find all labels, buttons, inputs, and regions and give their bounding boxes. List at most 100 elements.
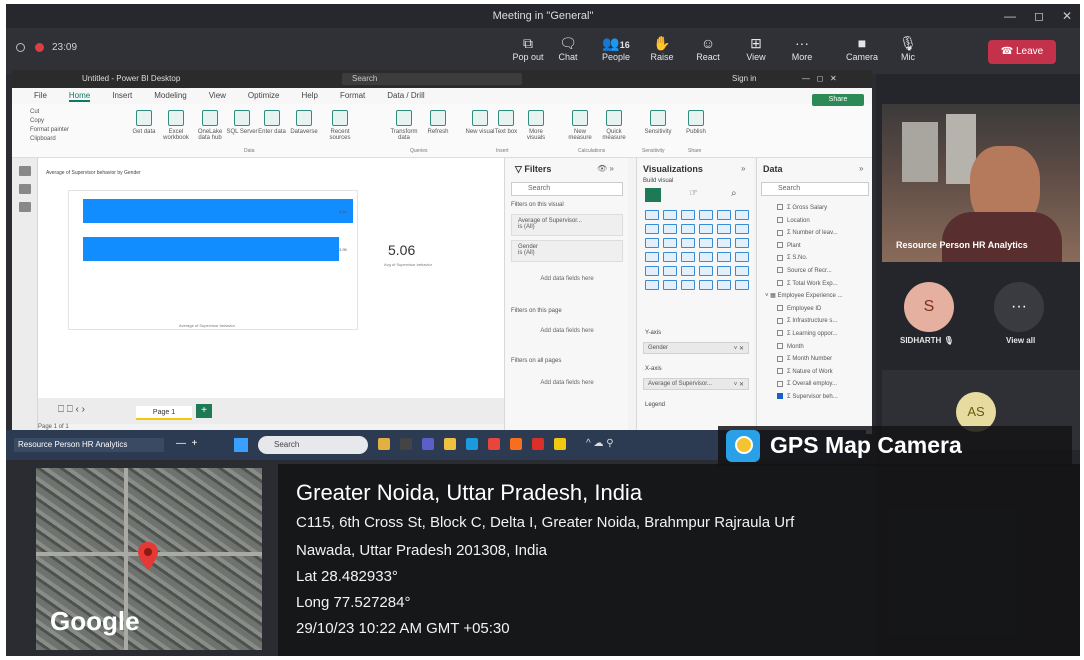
chat-button[interactable]: 🗨 Chat <box>546 34 590 62</box>
field-checkbox[interactable] <box>777 229 783 236</box>
excel-workbook-button[interactable]: Excel workbook <box>160 110 192 141</box>
gauge-icon[interactable] <box>699 252 713 262</box>
edge-icon[interactable] <box>466 438 478 450</box>
field-checkbox[interactable] <box>777 204 783 211</box>
text-box-button[interactable]: Text box <box>490 110 522 135</box>
field-item[interactable]: Σ Nature of Work <box>777 366 871 379</box>
new-measure-button[interactable]: New measure <box>564 110 596 141</box>
sensitivity-button[interactable]: Sensitivity <box>642 110 674 135</box>
matrix-icon[interactable] <box>699 266 713 276</box>
card-icon[interactable] <box>717 252 731 262</box>
pop-out-button[interactable]: ⧉ Pop out <box>506 34 550 62</box>
field-item[interactable]: Σ Month Number <box>777 353 871 366</box>
more-button[interactable]: ··· More <box>780 34 824 62</box>
x-field-remove-icon[interactable]: ˅ ✕ <box>734 381 744 388</box>
qa-icon[interactable] <box>681 280 695 290</box>
line-column-icon[interactable] <box>699 224 713 234</box>
bar-male[interactable] <box>83 237 339 261</box>
format-painter-button[interactable]: Format painter <box>30 126 69 135</box>
field-checkbox[interactable] <box>777 217 783 224</box>
more-participants-icon[interactable]: ··· <box>994 282 1044 332</box>
field-item[interactable]: Location <box>777 215 871 228</box>
pbi-window-controls[interactable]: — ◻ ✕ <box>802 70 837 88</box>
slicer-icon[interactable] <box>663 266 677 276</box>
line-chart-icon[interactable] <box>645 224 659 234</box>
field-item[interactable]: Σ Total Work Exp... <box>777 278 871 291</box>
table-item[interactable]: ˅ ▦ Employee Experience ... <box>765 290 871 303</box>
field-checkbox[interactable] <box>777 317 783 324</box>
azure-map-icon[interactable] <box>681 252 695 262</box>
tab-view[interactable]: View <box>209 91 226 100</box>
firefox-icon[interactable] <box>510 438 522 450</box>
report-view-icon[interactable] <box>18 166 31 176</box>
build-visual-icon[interactable] <box>645 188 661 202</box>
field-item[interactable]: Employee ID <box>777 303 871 316</box>
field-item[interactable]: Month <box>777 341 871 354</box>
tab-modeling[interactable]: Modeling <box>154 91 186 100</box>
map-icon[interactable] <box>645 252 659 262</box>
presenter-video[interactable]: Resource Person HR Analytics <box>882 104 1080 262</box>
publish-button[interactable]: Publish <box>680 110 712 135</box>
refresh-button[interactable]: Refresh <box>422 110 454 135</box>
sign-in-link[interactable]: Sign in <box>732 70 756 88</box>
onelake-button[interactable]: OneLake data hub <box>194 110 226 141</box>
data-collapse-icon[interactable]: » <box>859 164 863 173</box>
taskbar-teams-app[interactable]: Resource Person HR Analytics <box>14 438 164 452</box>
y-field-remove-icon[interactable]: ˅ ✕ <box>734 345 744 352</box>
add-fields-visual[interactable]: Add data fields here <box>511 276 623 282</box>
field-item[interactable]: Σ Number of leav... <box>777 227 871 240</box>
stacked-area-icon[interactable] <box>681 224 695 234</box>
tab-file[interactable]: File <box>34 91 47 100</box>
key-influencers-icon[interactable] <box>645 280 659 290</box>
tab-data-drill[interactable]: Data / Drill <box>387 91 424 100</box>
kpi-icon[interactable] <box>645 266 659 276</box>
clustered-bar-icon[interactable] <box>681 210 695 220</box>
visual-type-gallery[interactable] <box>645 210 749 290</box>
paginated-report-icon[interactable] <box>717 280 731 290</box>
model-view-icon[interactable] <box>18 202 31 212</box>
treemap-icon[interactable] <box>735 238 749 248</box>
table-visual-icon[interactable] <box>681 266 695 276</box>
field-item[interactable]: Σ Overall employ... <box>777 378 871 391</box>
analytics-icon[interactable]: ⌕ <box>731 188 737 199</box>
tab-format[interactable]: Format <box>340 91 365 100</box>
narrative-icon[interactable] <box>699 280 713 290</box>
tab-home[interactable]: Home <box>68 91 91 102</box>
100-column-icon[interactable] <box>735 210 749 220</box>
area-chart-icon[interactable] <box>663 224 677 234</box>
powerbi-search[interactable]: Search <box>342 73 522 85</box>
filter-card-gender[interactable]: Gender is (All) <box>511 240 623 262</box>
cut-button[interactable]: Cut <box>30 108 69 117</box>
x-axis-well[interactable]: Average of Supervisor... ˅ ✕ <box>643 378 749 390</box>
format-visual-icon[interactable]: ☞ <box>689 188 698 199</box>
recent-sources-button[interactable]: Recent sources <box>324 110 356 141</box>
filters-collapse-icon[interactable]: 👁 » <box>597 164 614 173</box>
more-visuals-button[interactable]: More visuals <box>520 110 552 141</box>
maximize-icon[interactable]: ◻ <box>1034 9 1044 23</box>
multi-row-card-icon[interactable] <box>735 252 749 262</box>
view-all-button[interactable]: View all <box>1006 336 1035 345</box>
filter-card-supervisor[interactable]: Average of Supervisor... is (All) <box>511 214 623 236</box>
teams-icon[interactable] <box>422 438 434 450</box>
funnel-icon[interactable] <box>663 238 677 248</box>
field-checkbox[interactable] <box>777 305 783 312</box>
field-item[interactable]: Σ Learning oppor... <box>777 328 871 341</box>
waterfall-icon[interactable] <box>645 238 659 248</box>
enter-data-button[interactable]: Enter data <box>256 110 288 135</box>
data-search[interactable]: Search <box>761 182 869 196</box>
field-checkbox[interactable] <box>777 254 783 261</box>
share-button[interactable]: Share <box>812 94 864 106</box>
get-data-button[interactable]: Get data <box>128 110 160 135</box>
ribbon-chart-icon[interactable] <box>735 224 749 234</box>
pdf-icon[interactable] <box>532 438 544 450</box>
taskbar-search[interactable]: Search <box>258 436 368 454</box>
weather-icon[interactable] <box>378 438 390 450</box>
task-view-icon[interactable] <box>400 438 412 450</box>
y-axis-well[interactable]: Gender ˅ ✕ <box>643 342 749 354</box>
page-tab[interactable]: Page 1 <box>136 406 192 420</box>
add-fields-all[interactable]: Add data fields here <box>511 380 623 386</box>
filled-map-icon[interactable] <box>663 252 677 262</box>
report-canvas[interactable]: Average of Supervisor behavior by Gender… <box>38 158 504 398</box>
tab-help[interactable]: Help <box>301 91 317 100</box>
tab-insert[interactable]: Insert <box>112 91 132 100</box>
